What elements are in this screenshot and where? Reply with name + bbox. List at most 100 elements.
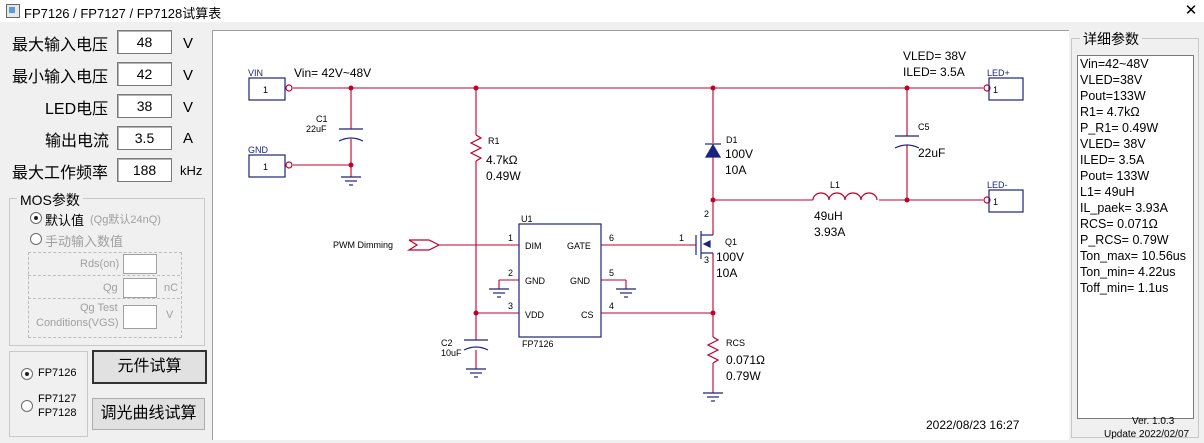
vin-pin: 1 <box>263 85 268 95</box>
pin-cs: CS <box>581 310 594 320</box>
pwm-input-arrow <box>406 239 441 251</box>
schematic-canvas: VIN 1 Vin= 42V~48V GND 1 C1 22uF R1 4.7k… <box>212 30 1069 440</box>
qg-test-label: Qg Test <box>80 302 118 314</box>
rds-label: Rds(on) <box>80 258 120 270</box>
q1-gate-pin: 1 <box>679 233 684 243</box>
qg-label: Qg <box>103 282 118 294</box>
q1-arrow <box>702 240 711 248</box>
detail-item: VLED= 38V <box>1080 137 1146 151</box>
max-frequency-label: 最大工作频率 <box>12 165 109 182</box>
q1-name: Q1 <box>725 237 737 247</box>
close-button[interactable]: ✕ <box>1178 0 1204 22</box>
detail-item: ILED= 3.5A <box>1080 153 1145 167</box>
detail-item: Toff_min= 1.1us <box>1080 281 1169 295</box>
q1-voltage: 100V <box>716 250 744 264</box>
qg-input[interactable] <box>123 278 157 298</box>
detail-item: VLED=38V <box>1080 73 1143 87</box>
q1-source-pin: 3 <box>704 255 709 265</box>
pin-vdd: VDD <box>525 310 545 320</box>
d1-name: D1 <box>726 135 738 145</box>
pin-gate: GATE <box>567 241 591 251</box>
q1-current: 10A <box>716 266 737 280</box>
detail-item: P_RCS= 0.79W <box>1080 233 1169 247</box>
c2-value: 10uF <box>441 348 462 358</box>
c5-name: C5 <box>918 122 930 132</box>
min-input-voltage-field[interactable]: 42 <box>117 62 172 86</box>
c1-value: 22uF <box>306 124 327 134</box>
detail-item: Ton_max= 10.56us <box>1080 249 1186 263</box>
pwm-label: PWM Dimming <box>333 240 393 250</box>
led-voltage-unit: V <box>183 99 194 116</box>
c2-name: C2 <box>441 338 453 348</box>
pin-gnd-right: GND <box>570 276 591 286</box>
output-current-unit: A <box>183 130 194 147</box>
details-list[interactable]: Vin=42~48V VLED=38V Pout=133W R1= 4.7kΩ … <box>1077 55 1194 419</box>
gnd-port-label: GND <box>248 145 269 155</box>
rcs-power: 0.79W <box>726 369 761 383</box>
qg-test-label-2: Conditions(VGS) <box>36 317 119 329</box>
c5-value: 22uF <box>918 146 945 160</box>
max-frequency-field[interactable]: 188 <box>117 158 172 182</box>
max-input-voltage-field[interactable]: 48 <box>117 30 172 54</box>
output-current-label: 输出电流 <box>45 133 110 150</box>
max-input-voltage-label: 最大输入电压 <box>12 37 109 54</box>
c1-name: C1 <box>316 114 328 124</box>
rcs-value: 0.071Ω <box>726 353 765 367</box>
u1-name: U1 <box>521 214 533 224</box>
max-frequency-unit: kHz <box>180 163 203 178</box>
rds-input[interactable] <box>123 254 157 274</box>
vin-port-label: VIN <box>248 68 263 78</box>
manual-fields-divider <box>28 298 180 299</box>
d1-current: 10A <box>725 163 746 177</box>
fp7127-fp7128-radio[interactable] <box>21 400 33 412</box>
l1-current: 3.93A <box>814 225 845 239</box>
pin-4-number: 4 <box>609 301 614 311</box>
qg-unit: nC <box>164 282 179 294</box>
window-title: FP7126 / FP7127 / FP7128试算表 <box>24 6 222 21</box>
manual-input-radio[interactable] <box>30 233 42 245</box>
led-voltage-field[interactable]: 38 <box>117 94 172 118</box>
detail-item: Vin=42~48V <box>1080 57 1149 71</box>
ledm-port-label: LED- <box>987 180 1008 190</box>
pin-5-number: 5 <box>609 268 614 278</box>
chip-name: FP7126 <box>522 339 554 349</box>
fp7127-label: FP7127 <box>38 393 77 405</box>
l1-name: L1 <box>830 180 840 190</box>
iled-label: ILED= 3.5A <box>903 65 965 79</box>
manual-input-label: 手动输入数值 <box>45 234 124 249</box>
default-value-hint: (Qg默认24nQ) <box>90 214 161 226</box>
min-input-voltage-unit: V <box>183 67 194 84</box>
ledp-port-label: LED+ <box>987 68 1010 78</box>
pin-2-number: 2 <box>508 268 513 278</box>
junction-dots <box>348 85 910 316</box>
gnd-terminal <box>285 161 293 169</box>
manual-fields-divider <box>28 275 180 276</box>
detail-item: Pout= 133W <box>1080 169 1150 183</box>
qg-test-input[interactable] <box>123 305 157 329</box>
l1-inductor <box>812 192 878 201</box>
detail-item: R1= 4.7kΩ <box>1080 105 1140 119</box>
r1-power: 0.49W <box>486 169 521 183</box>
fp7128-label: FP7128 <box>38 407 77 419</box>
mos-params-title: MOS参数 <box>17 190 83 210</box>
update-label: Update 2022/02/07 <box>1104 429 1190 440</box>
l1-value: 49uH <box>814 209 843 223</box>
timestamp: 2022/08/23 16:27 <box>926 418 1020 432</box>
detail-item: P_R1= 0.49W <box>1080 121 1159 135</box>
fp7126-radio[interactable] <box>21 368 33 380</box>
title-bar: FP7126 / FP7127 / FP7128试算表 ✕ <box>0 0 1204 22</box>
gnd-pin: 1 <box>263 162 268 172</box>
default-value-radio[interactable] <box>30 212 42 224</box>
pin-1-number: 1 <box>508 233 513 243</box>
dimming-curve-button[interactable]: 调光曲线试算 <box>92 398 205 430</box>
pin-3-number: 3 <box>508 301 513 311</box>
circuit-wires <box>293 87 983 393</box>
pin-6-number: 6 <box>609 233 614 243</box>
vled-label: VLED= 38V <box>903 49 966 63</box>
schematic-svg: VIN 1 Vin= 42V~48V GND 1 C1 22uF R1 4.7k… <box>248 49 1024 432</box>
output-current-field[interactable]: 3.5 <box>117 126 172 150</box>
detail-item: Pout=133W <box>1080 89 1146 103</box>
min-input-voltage-label: 最小输入电压 <box>12 69 109 86</box>
vin-terminal <box>285 84 293 92</box>
calculate-components-button[interactable]: 元件试算 <box>92 350 207 384</box>
